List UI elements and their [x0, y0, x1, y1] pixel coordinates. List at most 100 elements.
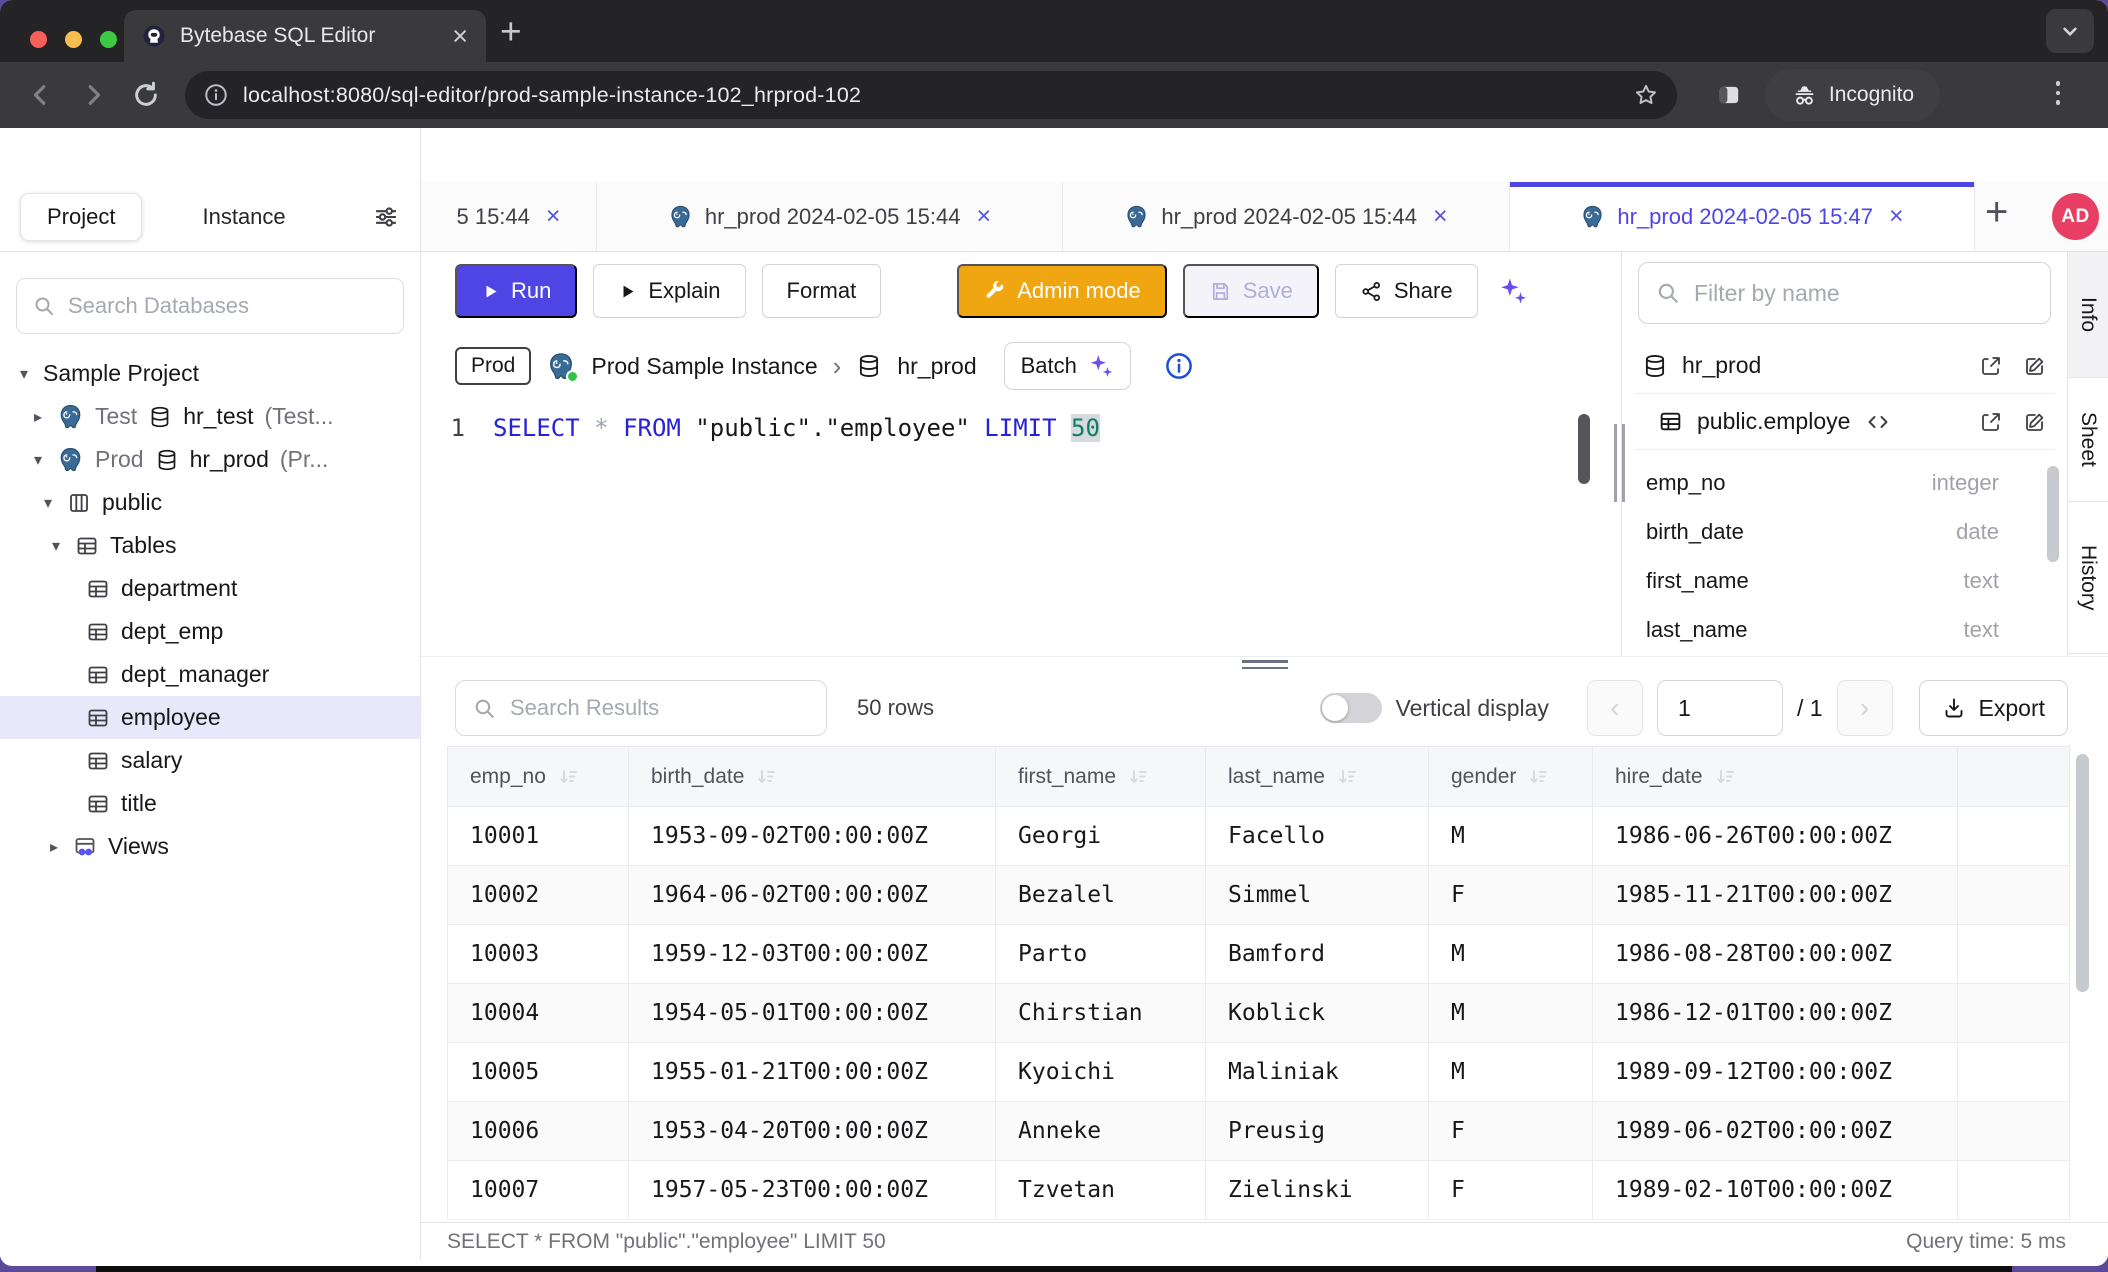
forward-icon[interactable] [76, 77, 112, 113]
tree-item-table[interactable]: dept_emp [0, 610, 420, 653]
tree-item-table[interactable]: department [0, 567, 420, 610]
instance-name[interactable]: Prod Sample Instance [591, 353, 817, 380]
tree-group-views[interactable]: ▸ Views [0, 825, 420, 868]
schema-column-row[interactable]: last_nametext [1646, 605, 2043, 654]
caret-down-icon[interactable]: ▾ [16, 364, 32, 384]
minimize-window-button[interactable] [65, 31, 82, 48]
caret-right-icon[interactable]: ▸ [30, 407, 46, 427]
bookmark-star-icon[interactable] [1633, 82, 1659, 108]
table-row[interactable]: 100051955-01-21T00:00:00ZKyoichiMaliniak… [448, 1043, 2070, 1102]
tree-item-schema-public[interactable]: ▾ public [0, 481, 420, 524]
table-row[interactable]: 100061953-04-20T00:00:00ZAnnekePreusigF1… [448, 1102, 2070, 1161]
sort-icon[interactable] [1128, 767, 1148, 787]
sql-editor[interactable]: 1 SELECT * FROM "public"."employee" LIMI… [421, 402, 1621, 656]
vertical-display-toggle[interactable] [1320, 693, 1382, 723]
filter-settings-icon[interactable] [372, 203, 400, 231]
panel-table-row[interactable]: public.employe [1634, 394, 2055, 450]
column-header[interactable]: emp_no [448, 747, 629, 807]
sort-icon[interactable] [1528, 767, 1548, 787]
schema-column-row[interactable]: first_nametext [1646, 556, 2043, 605]
edit-icon[interactable] [2023, 354, 2047, 378]
results-scrollbar[interactable] [2076, 754, 2089, 992]
caret-down-icon[interactable]: ▾ [30, 450, 46, 470]
reload-icon[interactable] [130, 79, 162, 111]
table-row[interactable]: 100031959-12-03T00:00:00ZPartoBamfordM19… [448, 925, 2070, 984]
tab-history[interactable]: History [2068, 502, 2108, 654]
schema-column-row[interactable]: birth_datedate [1646, 507, 2043, 556]
tree-group-tables[interactable]: ▾ Tables [0, 524, 420, 567]
database-name[interactable]: hr_prod [897, 353, 976, 380]
edit-icon[interactable] [2023, 410, 2047, 434]
external-link-icon[interactable] [1979, 354, 2003, 378]
tree-item-table[interactable]: employee [0, 696, 420, 739]
editor-tab[interactable]: hr_prod 2024-02-05 15:47× [1510, 182, 1975, 251]
table-row[interactable]: 100021964-06-02T00:00:00ZBezalelSimmelF1… [448, 866, 2070, 925]
format-button[interactable]: Format [762, 264, 882, 318]
avatar[interactable]: AD [2052, 193, 2099, 240]
editor-tab[interactable]: 5 15:44× [421, 182, 597, 251]
tree-item-table[interactable]: salary [0, 739, 420, 782]
run-button[interactable]: Run [455, 264, 577, 318]
browser-menu-icon[interactable] [2052, 81, 2064, 105]
column-header[interactable]: birth_date [629, 747, 996, 807]
column-header[interactable]: hire_date [1593, 747, 1958, 807]
horizontal-splitter[interactable] [421, 656, 2108, 670]
tree-item-database-test[interactable]: ▸ Test hr_test (Test... [0, 395, 420, 438]
tree-item-table[interactable]: title [0, 782, 420, 825]
close-tab-icon[interactable]: × [546, 204, 561, 229]
caret-down-icon[interactable]: ▾ [48, 536, 64, 556]
tree-item-table[interactable]: dept_manager [0, 653, 420, 696]
column-header[interactable]: last_name [1206, 747, 1429, 807]
new-browser-tab-button[interactable]: + [500, 11, 522, 53]
code-icon[interactable] [1866, 410, 1890, 434]
admin-mode-button[interactable]: Admin mode [957, 264, 1167, 318]
browser-tab[interactable]: Bytebase SQL Editor × [124, 10, 486, 62]
sort-icon[interactable] [1715, 767, 1735, 787]
caret-right-icon[interactable]: ▸ [46, 837, 62, 857]
back-icon[interactable] [22, 77, 58, 113]
tab-instance[interactable]: Instance [176, 194, 311, 240]
close-tab-icon[interactable]: × [1889, 204, 1904, 229]
ai-sparkle-icon[interactable] [1498, 276, 1528, 306]
sort-icon[interactable] [558, 767, 578, 787]
schema-column-row[interactable]: emp_nointeger [1646, 458, 2043, 507]
info-icon[interactable] [1164, 351, 1194, 381]
close-window-button[interactable] [30, 31, 47, 48]
tree-item-project[interactable]: ▾ Sample Project [0, 352, 420, 395]
table-row[interactable]: 100041954-05-01T00:00:00ZChirstianKoblic… [448, 984, 2070, 1043]
close-tab-icon[interactable]: × [977, 204, 992, 229]
tab-project[interactable]: Project [20, 193, 142, 241]
batch-button[interactable]: Batch [1004, 342, 1131, 390]
side-panel-icon[interactable] [1716, 82, 1742, 108]
sort-icon[interactable] [756, 767, 776, 787]
search-results-input[interactable]: Search Results [455, 680, 827, 736]
maximize-window-button[interactable] [100, 31, 117, 48]
site-info-icon[interactable] [203, 82, 229, 108]
tab-search-button[interactable] [2046, 9, 2094, 53]
sort-icon[interactable] [1337, 767, 1357, 787]
table-row[interactable]: 100071957-05-23T00:00:00ZTzvetanZielinsk… [448, 1161, 2070, 1220]
editor-tab[interactable]: hr_prod 2024-02-05 15:44× [597, 182, 1063, 251]
share-button[interactable]: Share [1335, 264, 1478, 318]
filter-by-name-input[interactable]: Filter by name [1638, 262, 2051, 324]
export-button[interactable]: Export [1919, 680, 2068, 736]
caret-down-icon[interactable]: ▾ [40, 493, 56, 513]
prev-page-button[interactable]: ‹ [1587, 680, 1643, 736]
page-number-input[interactable]: 1 [1657, 680, 1783, 736]
panel-scrollbar[interactable] [2047, 466, 2059, 562]
tab-info[interactable]: Info [2068, 252, 2108, 378]
column-header[interactable]: gender [1429, 747, 1593, 807]
vertical-splitter-handle[interactable] [1614, 424, 1625, 502]
search-databases-input[interactable]: Search Databases [16, 278, 404, 334]
save-button[interactable]: Save [1183, 264, 1319, 318]
close-tab-icon[interactable]: × [1433, 204, 1448, 229]
next-page-button[interactable]: › [1837, 680, 1893, 736]
url-bar[interactable]: localhost:8080/sql-editor/prod-sample-in… [185, 71, 1677, 119]
close-browser-tab-icon[interactable]: × [452, 23, 468, 50]
table-row[interactable]: 100011953-09-02T00:00:00ZGeorgiFacelloM1… [448, 807, 2070, 866]
new-sheet-button[interactable]: + [1985, 190, 2008, 235]
external-link-icon[interactable] [1979, 410, 2003, 434]
column-header[interactable]: first_name [996, 747, 1206, 807]
editor-tab[interactable]: hr_prod 2024-02-05 15:44× [1063, 182, 1510, 251]
tab-sheet[interactable]: Sheet [2068, 378, 2108, 502]
